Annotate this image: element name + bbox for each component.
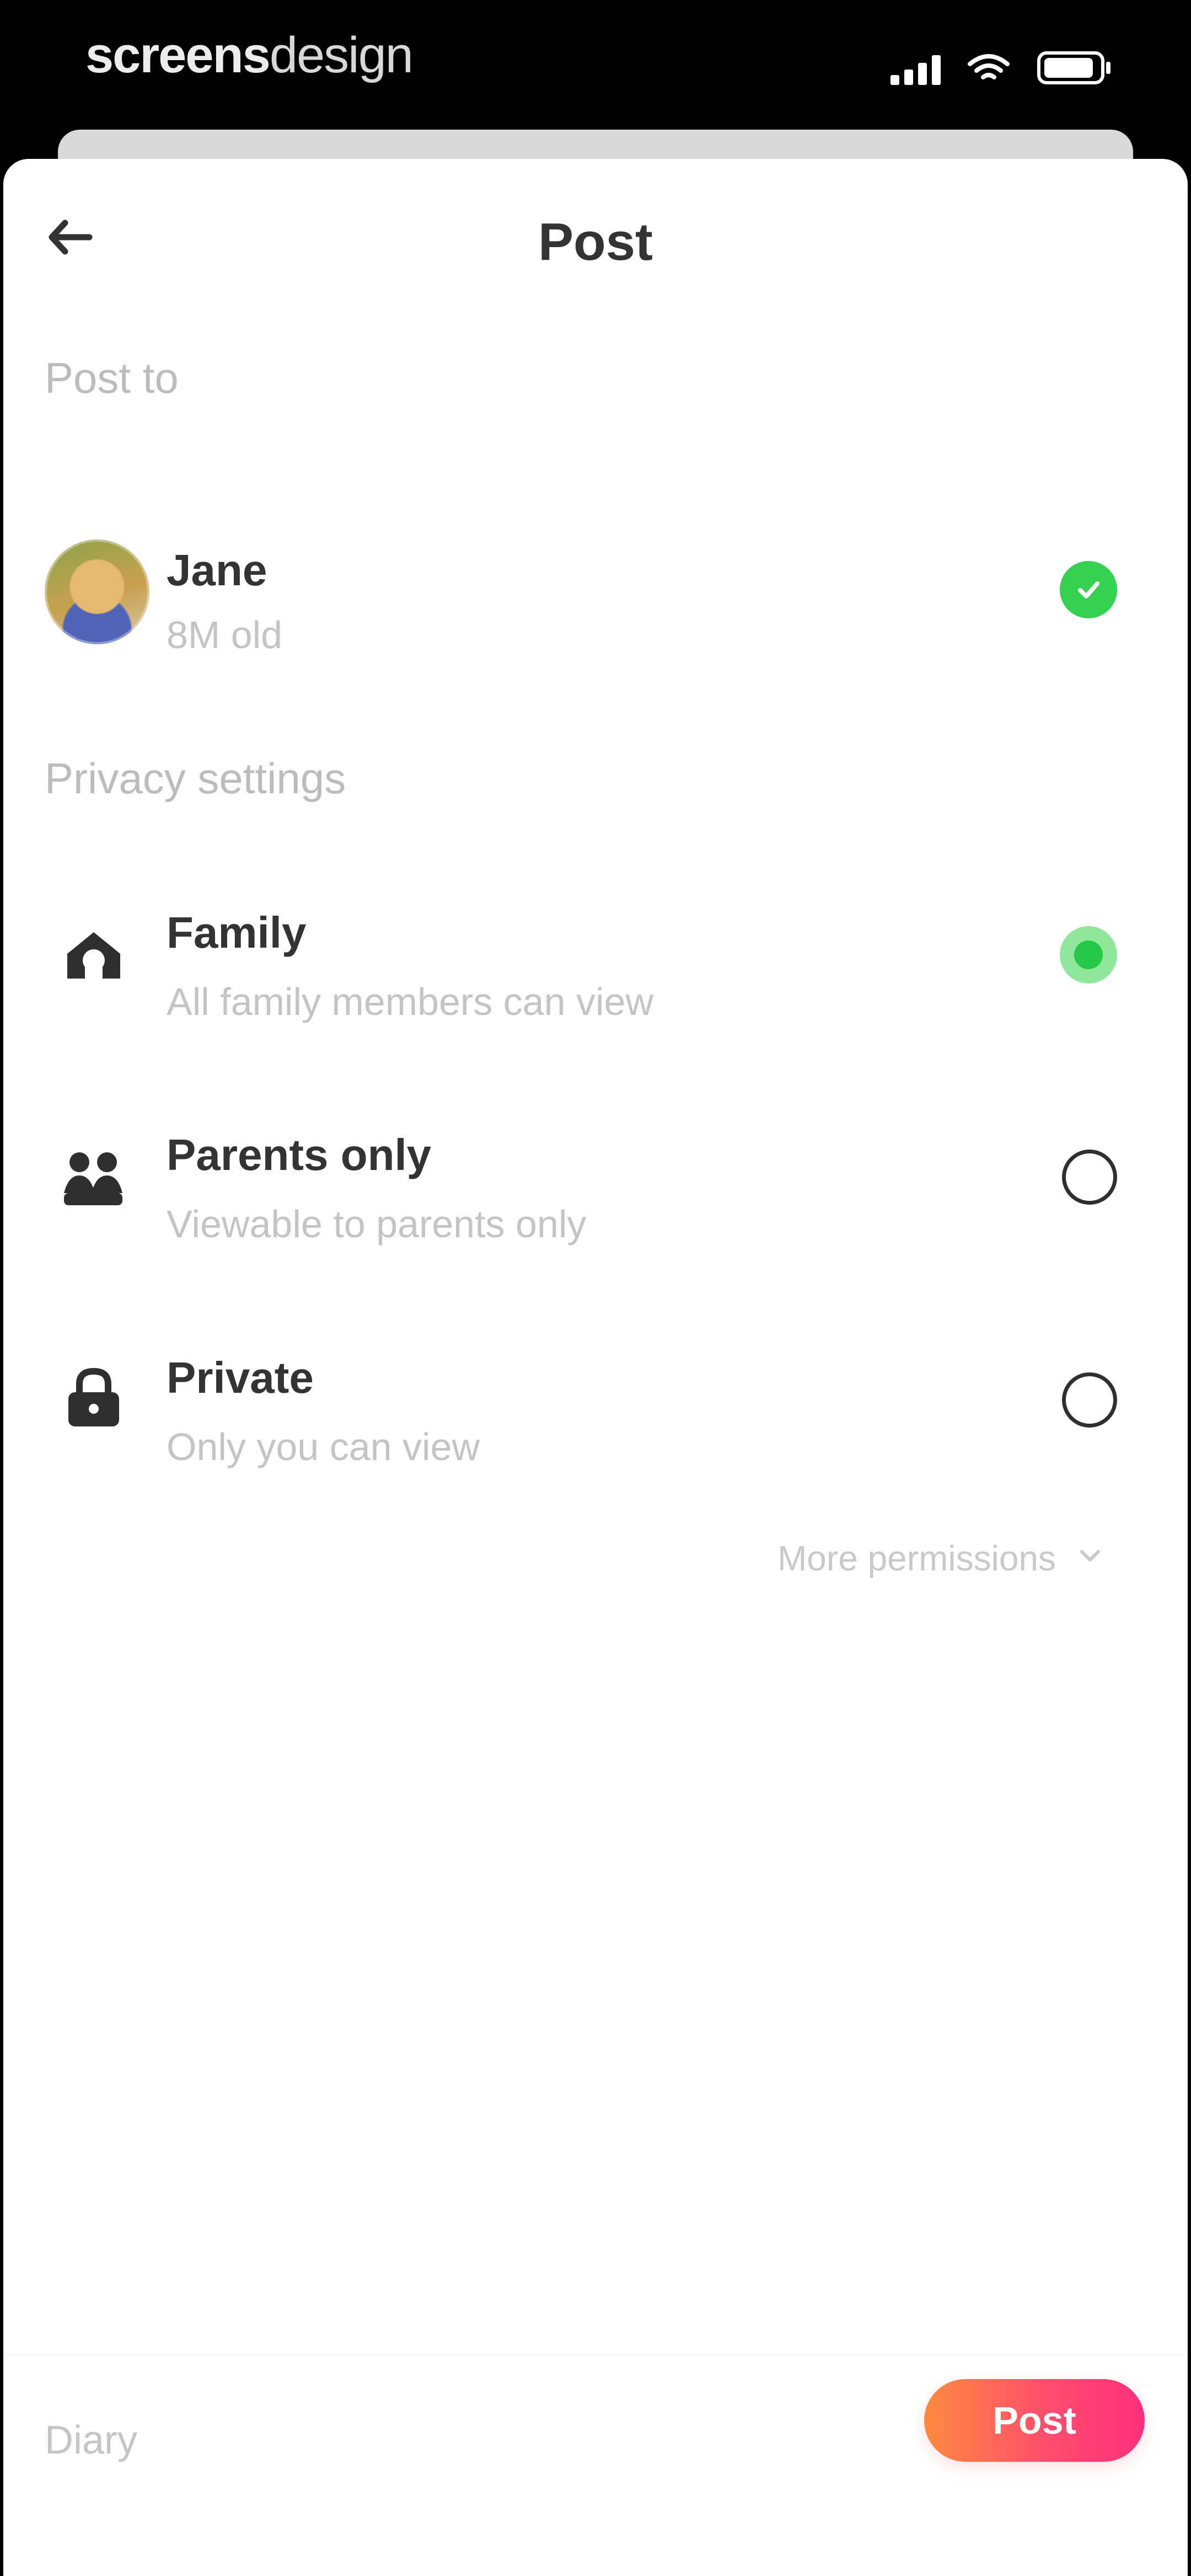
privacy-option-parents-only[interactable]: Parents only Viewable to parents only <box>3 1090 1188 1255</box>
brand-bold-text: screens <box>85 27 271 83</box>
privacy-option-title: Parents only <box>167 1130 432 1179</box>
status-icons <box>890 51 1114 85</box>
signal-icon <box>890 54 941 85</box>
brand-light-text: design <box>269 27 414 83</box>
radio-selected-icon[interactable] <box>1060 926 1117 984</box>
page-title: Post <box>538 212 653 271</box>
post-button[interactable]: Post <box>924 2379 1145 2462</box>
radio-unselected-icon[interactable] <box>1062 1150 1117 1205</box>
more-permissions-toggle[interactable]: More permissions <box>777 1538 1105 1579</box>
privacy-settings-label: Privacy settings <box>45 754 346 803</box>
chevron-down-icon <box>1075 1538 1105 1579</box>
recipient-name: Jane <box>167 546 267 595</box>
privacy-option-title: Family <box>167 908 307 957</box>
parents-icon <box>58 1142 129 1213</box>
privacy-option-private[interactable]: Private Only you can view <box>3 1313 1188 1478</box>
selected-check-icon[interactable] <box>1060 561 1117 618</box>
avatar <box>45 539 149 644</box>
privacy-option-subtitle: Viewable to parents only <box>167 1203 587 1246</box>
battery-icon <box>1037 51 1114 85</box>
post-to-label: Post to <box>45 354 179 402</box>
home-icon <box>58 920 129 991</box>
diary-link[interactable]: Diary <box>45 2418 137 2463</box>
privacy-option-subtitle: All family members can view <box>167 980 653 1023</box>
top-bar: Post <box>3 159 1188 313</box>
status-bar: screensdesign <box>0 0 1191 127</box>
privacy-option-subtitle: Only you can view <box>167 1425 480 1468</box>
recipient-age: 8M old <box>167 613 283 656</box>
wifi-icon <box>967 53 1010 85</box>
radio-unselected-icon[interactable] <box>1062 1372 1117 1428</box>
footer-divider <box>3 2354 1188 2355</box>
more-permissions-label: More permissions <box>777 1538 1056 1578</box>
brand-watermark: screensdesign <box>85 22 414 88</box>
privacy-option-title: Private <box>167 1353 314 1402</box>
recipient-row[interactable]: Jane 8M old <box>3 493 1188 658</box>
post-settings-sheet: Post Post to Jane 8M old Privacy setting… <box>3 159 1188 2576</box>
lock-icon <box>58 1362 129 1433</box>
privacy-option-family[interactable]: Family All family members can view <box>3 868 1188 1033</box>
